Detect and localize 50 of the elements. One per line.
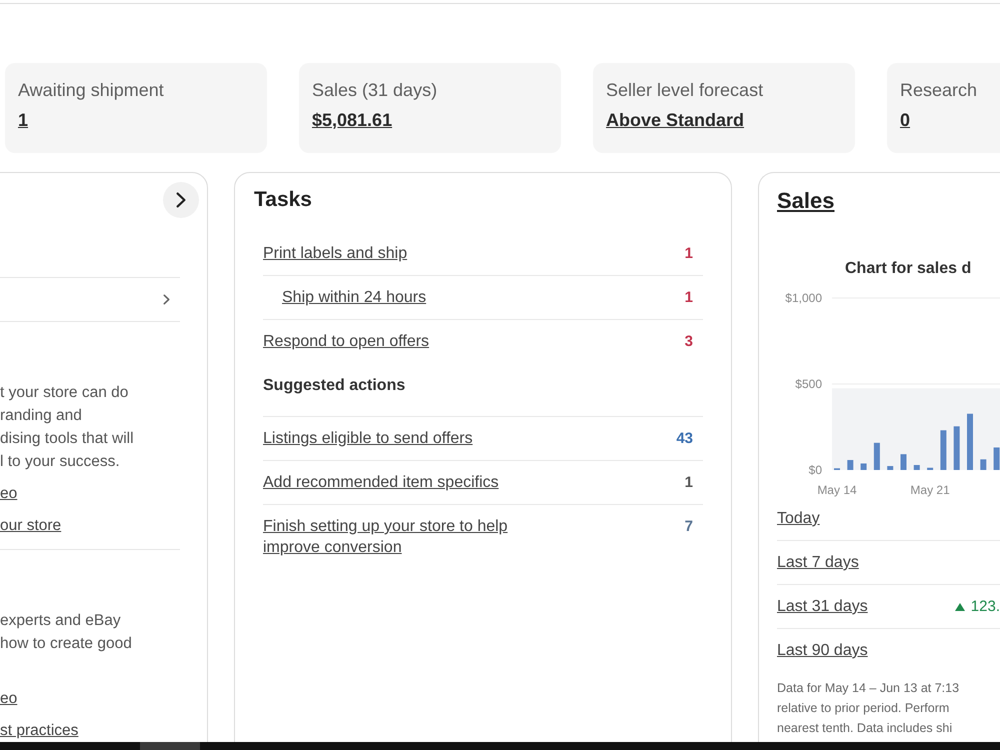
- task-link[interactable]: Add recommended item specifics: [263, 472, 499, 493]
- task-link[interactable]: Finish setting up your store to help improve conversion: [263, 516, 563, 558]
- help-link[interactable]: eo: [0, 683, 18, 715]
- axis-label: May 21: [910, 483, 950, 497]
- chart-bar: [900, 454, 906, 470]
- chart-bar: [914, 465, 920, 470]
- chart-bar: [967, 414, 973, 470]
- next-button[interactable]: [163, 182, 199, 218]
- task-link[interactable]: Print labels and ship: [263, 243, 408, 264]
- change-value: 123.: [970, 597, 1000, 617]
- stat-value-link[interactable]: Above Standard: [606, 109, 744, 131]
- task-link[interactable]: Ship within 24 hours: [282, 287, 426, 308]
- stat-label: Seller level forecast: [606, 79, 764, 101]
- stat-value-link[interactable]: $5,081.61: [312, 109, 392, 131]
- stat-label: Sales (31 days): [312, 79, 438, 101]
- help-link[interactable]: our store: [0, 510, 62, 542]
- axis-label: $1,000: [785, 291, 822, 305]
- chevron-right-icon[interactable]: [176, 192, 186, 208]
- period-link[interactable]: Last 31 days: [777, 596, 868, 617]
- chart-title: Chart for sales d: [845, 259, 972, 279]
- period-link[interactable]: Today: [777, 508, 820, 529]
- description-text: experts and eBay how to create good: [0, 611, 132, 654]
- help-link[interactable]: eo: [0, 478, 18, 510]
- task-count: 43: [676, 429, 693, 449]
- task-link[interactable]: Listings eligible to send offers: [263, 428, 473, 449]
- period-link[interactable]: Last 90 days: [777, 640, 868, 661]
- panel-title-link[interactable]: Sales: [777, 188, 834, 214]
- description-text: t your store can do randing and dising tools that will l to your success.: [0, 383, 134, 472]
- stat-label: Awaiting shipment: [18, 79, 164, 101]
- stat-value-link[interactable]: 1: [18, 109, 28, 131]
- task-count: 1: [684, 473, 693, 493]
- section-heading: Suggested actions: [263, 377, 406, 394]
- axis-label: May 14: [817, 483, 857, 497]
- axis-label: $0: [808, 463, 822, 477]
- chart-bar: [994, 447, 1000, 470]
- task-count: 1: [684, 288, 693, 308]
- task-link[interactable]: Respond to open offers: [263, 331, 430, 352]
- chart-bar: [954, 426, 960, 470]
- task-count: 3: [684, 332, 693, 352]
- panel-title: Tasks: [254, 187, 312, 213]
- footnote-text: Data for May 14 – Jun 13 at 7:13 relative to prior period. Perform nearest tenth. Data includes shi: [777, 680, 960, 737]
- period-link[interactable]: Last 7 days: [777, 552, 859, 573]
- stat-value-link[interactable]: 0: [900, 109, 910, 131]
- help-link[interactable]: st practices: [0, 715, 78, 742]
- task-count: 7: [684, 517, 693, 537]
- task-count: 1: [684, 244, 693, 264]
- axis-label: $500: [795, 377, 822, 391]
- chart-bar: [887, 466, 894, 470]
- stat-label: Research: [900, 79, 978, 101]
- chart-bar: [927, 468, 934, 470]
